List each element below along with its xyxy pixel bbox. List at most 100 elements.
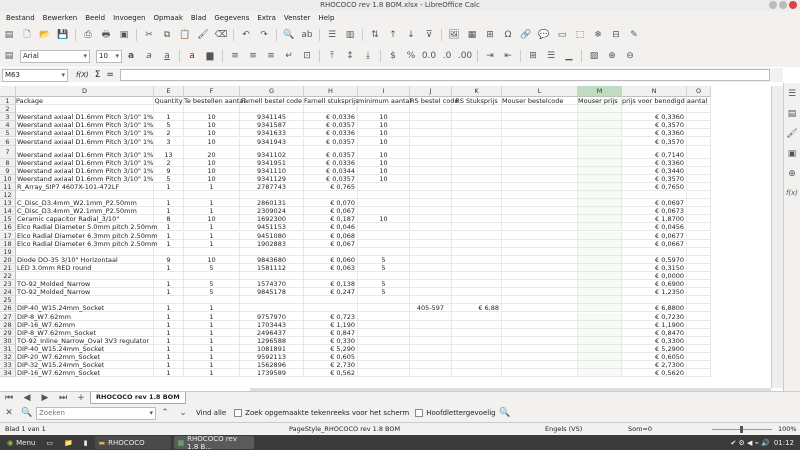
cell-H13[interactable]: € 0,070	[304, 199, 358, 208]
menu-item-2[interactable]: Beeld	[81, 14, 109, 22]
cell-F2[interactable]	[184, 105, 240, 114]
column-header-M[interactable]: M	[578, 86, 622, 97]
cell-D25[interactable]	[16, 296, 154, 305]
cell-O23[interactable]	[687, 280, 711, 289]
cell-F20[interactable]: 10	[184, 255, 240, 264]
row-header[interactable]: 19	[0, 247, 16, 256]
clone-formatting-icon[interactable]: 🖌	[195, 28, 211, 42]
cell-K25[interactable]	[452, 296, 502, 305]
cell-K23[interactable]	[452, 280, 502, 289]
cell-I11[interactable]	[358, 182, 410, 191]
cell-O11[interactable]	[687, 182, 711, 191]
cell-M5[interactable]	[578, 129, 622, 138]
column-header-E[interactable]: E	[154, 86, 184, 97]
cell-J29[interactable]	[410, 328, 452, 337]
cell-I13[interactable]	[358, 199, 410, 208]
vertical-scrollbar[interactable]	[771, 86, 783, 388]
cell-J21[interactable]	[410, 263, 452, 272]
cell-O28[interactable]	[687, 320, 711, 329]
cell-O34[interactable]	[687, 369, 711, 378]
cell-E13[interactable]: 1	[154, 199, 184, 208]
cell-E4[interactable]: 5	[154, 121, 184, 130]
row-header[interactable]: 6	[0, 137, 16, 146]
task-rhococo-folder[interactable]: ▬ RHOCOCO	[94, 436, 171, 449]
cell-F19[interactable]	[184, 247, 240, 256]
column-header-G[interactable]: G	[240, 86, 304, 97]
cell-G28[interactable]: 1703443	[240, 320, 304, 329]
cell-N23[interactable]: € 0,6900	[622, 280, 687, 289]
cell-O10[interactable]	[687, 174, 711, 183]
row-header[interactable]: 28	[0, 320, 16, 329]
cell-J1[interactable]: RS bestel code	[410, 97, 458, 106]
cell-D34[interactable]: DIP-16_W7.62mm_Socket	[16, 369, 154, 378]
cell-H10[interactable]: € 0,0357	[304, 174, 358, 183]
redo-icon[interactable]: ↷	[256, 28, 272, 42]
cell-N16[interactable]: € 0,0456	[622, 223, 687, 232]
save-icon[interactable]: 💾	[55, 28, 71, 42]
column-header-L[interactable]: L	[502, 86, 578, 97]
column-header-F[interactable]: F	[184, 86, 240, 97]
cell-F25[interactable]	[184, 296, 240, 305]
cell-I7[interactable]: 10	[358, 145, 410, 159]
cell-M20[interactable]	[578, 255, 622, 264]
row-header[interactable]: 34	[0, 369, 16, 378]
cell-G13[interactable]: 2860131	[240, 199, 304, 208]
cell-H24[interactable]: € 0,247	[304, 288, 358, 297]
cell-E25[interactable]	[154, 296, 184, 305]
row-header[interactable]: 29	[0, 328, 16, 337]
cell-I30[interactable]	[358, 336, 410, 345]
cell-K29[interactable]	[452, 328, 502, 337]
cell-O9[interactable]	[687, 166, 711, 175]
cell-I27[interactable]	[358, 312, 410, 321]
cell-D15[interactable]: Ceramic capacitor Radial_3/10"	[16, 215, 154, 224]
row-header[interactable]: 14	[0, 207, 16, 216]
row-header[interactable]: 21	[0, 263, 16, 272]
cell-G30[interactable]: 1296588	[240, 336, 304, 345]
find-all-button[interactable]: Vind alle	[196, 409, 226, 417]
cell-L17[interactable]	[502, 231, 578, 240]
cell-O3[interactable]	[687, 113, 711, 122]
bold-icon[interactable]: a	[123, 49, 139, 63]
menu-item-3[interactable]: Invoegen	[109, 14, 149, 22]
cell-O13[interactable]	[687, 199, 711, 208]
cell-H32[interactable]: € 0,605	[304, 353, 358, 362]
cell-L4[interactable]	[502, 121, 578, 130]
cell-L28[interactable]	[502, 320, 578, 329]
prev-sheet-icon[interactable]: ◀	[19, 391, 35, 405]
cell-G34[interactable]: 1739589	[240, 369, 304, 378]
cell-F11[interactable]: 1	[184, 182, 240, 191]
cell-E30[interactable]: 1	[154, 336, 184, 345]
cell-M18[interactable]	[578, 239, 622, 248]
cell-N15[interactable]: € 1,8700	[622, 215, 687, 224]
cell-F18[interactable]: 1	[184, 239, 240, 248]
cell-D24[interactable]: TO-92_Molded_Narrow	[16, 288, 154, 297]
cell-H15[interactable]: € 0,187	[304, 215, 358, 224]
cell-E10[interactable]: 5	[154, 174, 184, 183]
cell-N14[interactable]: € 0,0673	[622, 207, 687, 216]
cell-F13[interactable]: 1	[184, 199, 240, 208]
cell-G27[interactable]: 9757970	[240, 312, 304, 321]
cell-O18[interactable]	[687, 239, 711, 248]
cell-K16[interactable]	[452, 223, 502, 232]
cell-G18[interactable]: 1902883	[240, 239, 304, 248]
cell-J22[interactable]	[410, 272, 452, 281]
cell-G11[interactable]: 2787743	[240, 182, 304, 191]
column-header-K[interactable]: K	[452, 86, 502, 97]
cell-K5[interactable]	[452, 129, 502, 138]
row-header[interactable]: 4	[0, 121, 16, 130]
cell-O2[interactable]	[687, 105, 711, 114]
row-header[interactable]: 13	[0, 199, 16, 208]
cell-O1[interactable]	[687, 97, 711, 106]
cell-F24[interactable]: 5	[184, 288, 240, 297]
cell-I31[interactable]	[358, 344, 410, 353]
cell-J32[interactable]	[410, 353, 452, 362]
cell-N25[interactable]	[622, 296, 687, 305]
cell-O33[interactable]	[687, 361, 711, 370]
cell-I34[interactable]	[358, 369, 410, 378]
cell-F6[interactable]: 10	[184, 137, 240, 146]
image-icon[interactable]: 🖼	[446, 28, 462, 42]
cell-G12[interactable]	[240, 191, 304, 200]
find-previous-icon[interactable]: ⌃	[157, 406, 173, 420]
cell-D8[interactable]: Weerstand axiaal D1.6mm Pitch 3/10" 1%	[16, 158, 154, 167]
cell-F31[interactable]: 1	[184, 344, 240, 353]
